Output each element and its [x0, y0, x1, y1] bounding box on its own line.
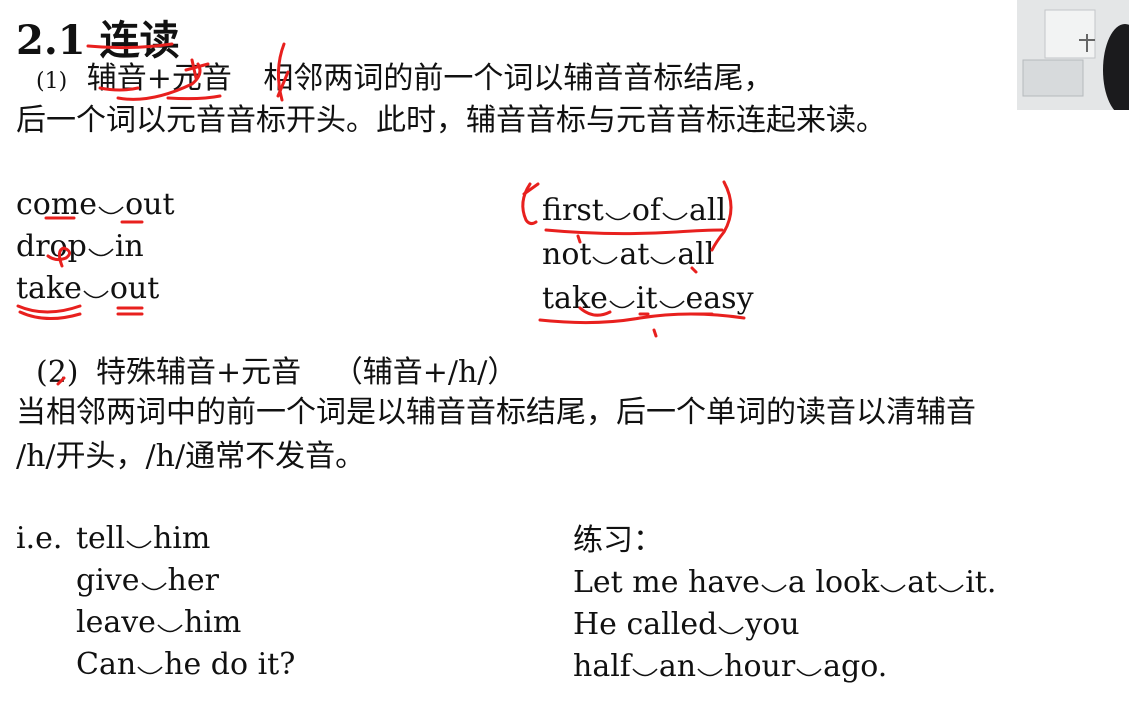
word: an	[658, 649, 697, 684]
practice-label: 练习：	[573, 523, 663, 558]
word: it.	[965, 565, 997, 600]
example-not-at-all: not at all	[542, 238, 714, 272]
example-take-it-easy: take it easy	[542, 282, 754, 316]
word: Can	[76, 647, 137, 682]
word: it	[635, 281, 658, 316]
word: him	[153, 521, 211, 556]
linking-mark	[879, 570, 907, 593]
linking-mark	[696, 654, 724, 677]
title-text: 连读	[99, 17, 180, 64]
linking-mark	[87, 234, 115, 257]
linking-mark	[661, 198, 689, 221]
section1-heading-line: (1) 辅音+元音 相邻两词的前一个词以辅音音标结尾，	[36, 62, 773, 99]
section-number: 2.1	[16, 17, 86, 64]
word: her	[167, 563, 219, 598]
linking-mark	[608, 286, 636, 309]
word: take	[16, 271, 82, 306]
practice-line-2: He called you	[573, 608, 800, 642]
ie-label: i.e.	[16, 521, 63, 556]
annotation-stroke	[544, 228, 724, 236]
word: him	[183, 605, 242, 640]
linking-mark	[937, 570, 965, 593]
word: out	[109, 271, 160, 306]
webcam-thumbnail	[1017, 0, 1129, 110]
section1-desc-b: 后一个词以元音音标开头。此时，辅音音标与元音音标连起来读。	[16, 103, 886, 138]
annotation-stroke	[521, 182, 538, 226]
example-can-he: Can he do it?	[76, 648, 295, 682]
word: all	[688, 193, 727, 228]
linking-mark	[591, 242, 619, 265]
section2-label: (2)	[36, 355, 79, 390]
practice-line-1: Let me have a look at it.	[573, 566, 996, 600]
section1-desc-a: 相邻两词的前一个词以辅音音标结尾，	[263, 61, 774, 96]
word: a look	[787, 565, 880, 600]
word: hour	[724, 649, 796, 684]
section2-note: （辅音+/h/）	[332, 355, 518, 390]
practice-line-3: half an hour ago.	[573, 650, 887, 684]
annotation-stroke	[18, 310, 82, 320]
section2-heading-line: (2) 特殊辅音+元音 （辅音+/h/）	[36, 356, 517, 390]
word: ago.	[823, 649, 888, 684]
page-title: 2.1 连读	[16, 8, 180, 66]
section1-heading: 辅音+元音	[86, 61, 232, 96]
word: in	[114, 229, 144, 264]
example-give-her: give her	[76, 564, 219, 598]
word: at	[619, 237, 650, 272]
annotation-stroke	[522, 182, 540, 196]
word: you	[745, 607, 800, 642]
example-come-out: come out	[16, 188, 175, 222]
section2-heading: 特殊辅音+元音	[96, 355, 302, 390]
word: take	[542, 281, 608, 316]
section2-desc-b: /h/开头，/h/通常不发音。	[16, 439, 366, 474]
word: he do it?	[164, 647, 296, 682]
example-leave-him: leave him	[76, 606, 241, 640]
word: easy	[685, 281, 754, 316]
linking-mark	[125, 526, 153, 549]
example-take-out: take out	[16, 272, 159, 306]
word: drop	[16, 229, 87, 264]
word: out	[125, 187, 175, 222]
linking-mark	[156, 610, 184, 633]
word: at	[907, 565, 938, 600]
linking-mark	[631, 654, 659, 677]
word: come	[16, 187, 98, 222]
linking-mark	[658, 286, 686, 309]
section2-desc-a: 当相邻两词中的前一个词是以辅音音标结尾，后一个单词的读音以清辅音	[16, 395, 976, 430]
linking-mark	[795, 654, 823, 677]
example-first-of-all: first of all	[542, 194, 726, 228]
webcam-scene	[1017, 0, 1129, 110]
word: leave	[76, 605, 156, 640]
linking-mark	[760, 570, 788, 593]
word: half	[573, 649, 631, 684]
annotation-stroke	[16, 304, 82, 314]
linking-mark	[97, 192, 125, 215]
example-tell-him: tell him	[76, 522, 210, 556]
word: not	[542, 237, 592, 272]
word: tell	[76, 521, 125, 556]
word: He called	[573, 607, 718, 642]
annotation-stroke	[652, 328, 658, 338]
linking-mark	[82, 276, 110, 299]
word: of	[631, 193, 661, 228]
word: all	[677, 237, 715, 272]
example-drop-in: drop in	[16, 230, 144, 264]
word: give	[76, 563, 140, 598]
linking-mark	[649, 242, 677, 265]
linking-mark	[604, 198, 632, 221]
linking-mark	[717, 612, 745, 635]
section1-label: (1)	[36, 69, 68, 94]
linking-mark	[136, 652, 164, 675]
word: Let me have	[573, 565, 760, 600]
word: first	[542, 193, 604, 228]
linking-mark	[140, 568, 168, 591]
